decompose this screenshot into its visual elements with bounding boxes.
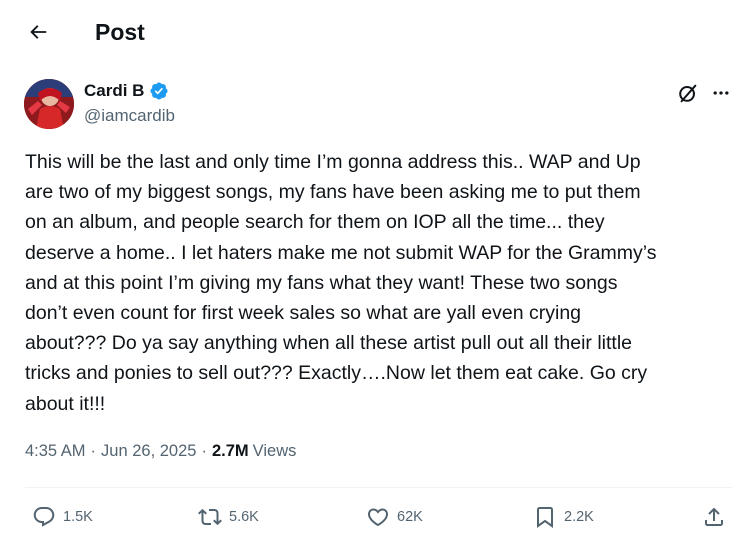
heart-icon <box>366 505 390 529</box>
bookmark-icon <box>533 505 557 529</box>
arrow-left-icon <box>30 25 47 39</box>
more-horizontal-icon <box>713 91 729 95</box>
verified-badge-icon <box>149 81 169 101</box>
avatar-image <box>24 79 74 129</box>
post-header: Post <box>0 0 741 62</box>
divider <box>25 487 732 488</box>
views-count: 2.7M <box>211 442 249 460</box>
repost-button[interactable]: 5.6K <box>198 497 259 537</box>
author-handle[interactable]: @iamcardib <box>84 104 175 128</box>
repost-icon <box>198 505 222 529</box>
action-bar: 1.5K 5.6K 62K 2.2K <box>0 497 741 537</box>
like-button[interactable]: 62K <box>366 497 423 537</box>
meta-separator: · <box>90 442 97 460</box>
grok-button[interactable] <box>675 80 701 106</box>
post-time[interactable]: 4:35 AM <box>25 439 86 463</box>
back-button[interactable] <box>22 16 54 48</box>
more-options-button[interactable] <box>708 80 734 106</box>
page-title: Post <box>95 19 145 45</box>
reply-button[interactable]: 1.5K <box>32 497 93 537</box>
post-date[interactable]: Jun 26, 2025 <box>101 439 196 463</box>
like-count: 62K <box>397 509 423 525</box>
author-name[interactable]: Cardi B <box>84 81 144 101</box>
author-name-row: Cardi B <box>84 78 169 104</box>
bookmark-count: 2.2K <box>564 509 594 525</box>
avatar[interactable] <box>24 79 74 129</box>
repost-count: 5.6K <box>229 509 259 525</box>
share-icon <box>702 505 726 529</box>
share-button[interactable] <box>702 497 726 537</box>
grok-icon <box>679 84 697 103</box>
meta-separator: · <box>201 442 207 460</box>
reply-count: 1.5K <box>63 509 93 525</box>
views-label: Views <box>252 442 297 460</box>
reply-icon <box>32 505 56 529</box>
post-meta: 4:35 AM · Jun 26, 2025 · 2.7M Views <box>25 439 296 463</box>
bookmark-button[interactable]: 2.2K <box>533 497 594 537</box>
post-text: This will be the last and only time I’m … <box>25 151 657 415</box>
